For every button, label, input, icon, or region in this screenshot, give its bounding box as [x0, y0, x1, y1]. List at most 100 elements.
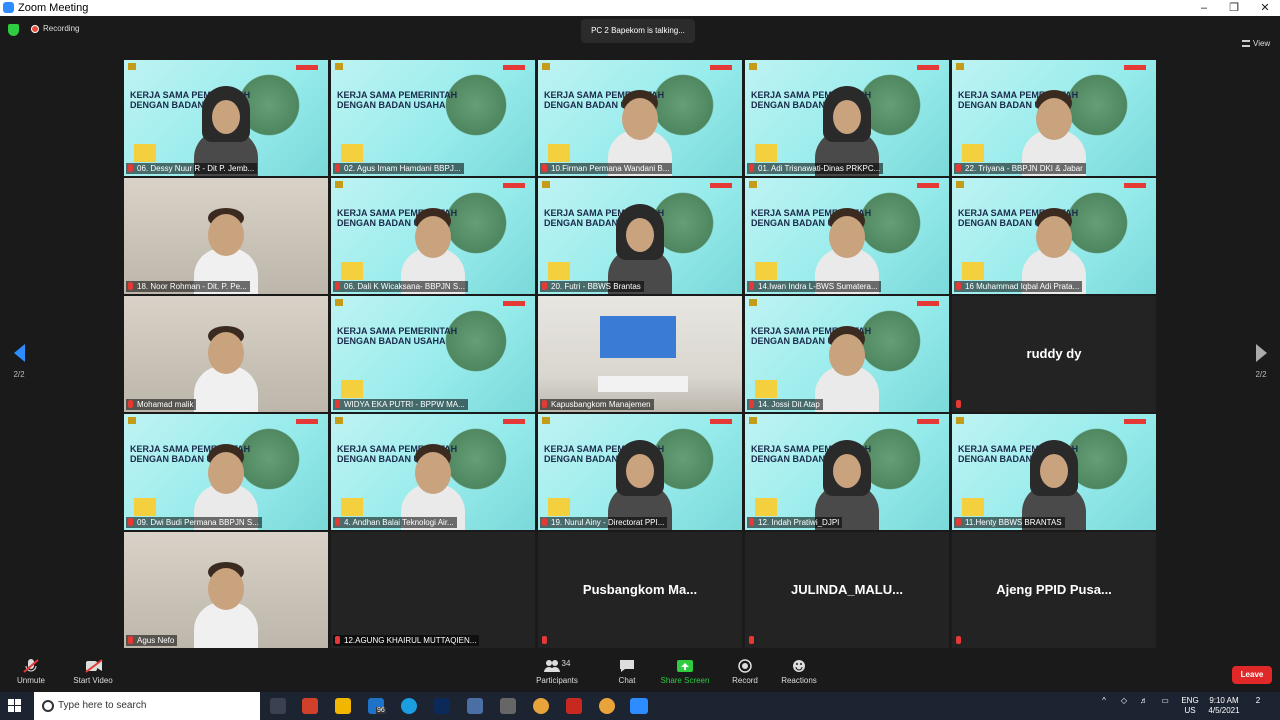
slide-label-box — [755, 144, 777, 162]
participant-name-label: 06. Dali K Wicaksana- BBPJN S... — [333, 281, 468, 292]
ministry-logo-icon — [749, 417, 757, 424]
participant-name: 10.Firman Permana Wandani B... — [551, 164, 670, 173]
participant-name-label: Mohamad malik — [126, 399, 197, 410]
participant-tile[interactable]: KERJA SAMA PEMERINTAH DENGAN BADAN USAHA 1… — [538, 414, 742, 530]
close-button[interactable]: ✕ — [1250, 0, 1280, 16]
participant-tile[interactable]: JULINDA_MALU... — [745, 532, 949, 648]
muted-mic-icon — [335, 636, 340, 644]
chat-button[interactable]: Chat — [616, 659, 638, 685]
participant-video — [815, 326, 879, 412]
muted-mic-icon — [542, 164, 547, 172]
participant-tile[interactable]: KERJA SAMA PEMERINTAH DENGAN BADAN USAHA 4… — [331, 414, 535, 530]
reactions-button[interactable]: Reactions — [780, 659, 818, 685]
banner-line-2: DENGAN BADAN USAHA — [337, 100, 446, 110]
notification-count: 2 — [1255, 696, 1261, 705]
participant-name: 06. Dessy Nuur R - Dit P. Jemb... — [137, 164, 255, 173]
volume-icon[interactable]: ♬ — [1138, 696, 1150, 706]
mail-icon[interactable]: 96 — [368, 698, 386, 714]
participant-name-label: 20. Futri - BBWS Brantas — [540, 281, 644, 292]
language-indicator[interactable]: ENG US — [1178, 696, 1202, 716]
tray-chevron-icon[interactable]: ^ — [1098, 696, 1110, 706]
file-explorer-icon[interactable] — [335, 698, 351, 714]
taskbar-search-box[interactable]: Type here to search — [34, 692, 260, 720]
participant-tile[interactable]: Pusbangkom Ma... — [538, 532, 742, 648]
participant-tile[interactable]: KERJA SAMA PEMERINTAH DENGAN BADAN USAHA 0… — [124, 414, 328, 530]
participant-tile[interactable]: 18. Noor Rohman - Dit. P. Pe... — [124, 178, 328, 294]
participant-tile[interactable]: KERJA SAMA PEMERINTAH DENGAN BADAN USAHA 1… — [538, 60, 742, 176]
pen-app-icon[interactable] — [302, 698, 318, 714]
participant-tile[interactable]: KERJA SAMA PEMERINTAH DENGAN BADAN USAHA 2… — [952, 60, 1156, 176]
slide-label-box — [548, 262, 570, 280]
windows-start-icon[interactable] — [8, 699, 22, 713]
participant-tile[interactable]: ruddy dy — [952, 296, 1156, 412]
participant-name-display: Ajeng PPID Pusa... — [996, 582, 1112, 597]
security-shield-icon[interactable] — [8, 24, 19, 36]
participant-name: 12.AGUNG KHAIRUL MUTTAQIEN... — [344, 636, 477, 645]
participant-name-label: 14.Iwan Indra L-BWS Sumatera... — [747, 281, 881, 292]
windows-taskbar: Type here to search 96 ^ ◇ ♬ ▭ ENG US 9:… — [0, 692, 1280, 720]
start-video-button[interactable]: Start Video — [70, 659, 116, 685]
participant-name-display: ruddy dy — [1026, 346, 1082, 361]
participant-tile[interactable]: Ajeng PPID Pusa... — [952, 532, 1156, 648]
clock-date: 4/5/2021 — [1208, 706, 1240, 715]
next-page-button[interactable]: 2/2 — [1251, 344, 1271, 384]
clock[interactable]: 9:10 AM 4/5/2021 — [1204, 696, 1244, 716]
participant-name-label: 01. Adi Trisnawati-Dinas PRKPC... — [747, 163, 884, 174]
participant-name: 12. Indah Pratiwi_DJPI — [758, 518, 840, 527]
participants-label: Participants — [536, 676, 578, 685]
unmute-button[interactable]: Unmute — [14, 659, 48, 685]
participant-tile[interactable]: KERJA SAMA PEMERINTAH DENGAN BADAN USAHA 1… — [952, 178, 1156, 294]
participant-tile[interactable]: Agus Nefo — [124, 532, 328, 648]
maximize-button[interactable]: ❐ — [1219, 0, 1249, 16]
participant-tile[interactable]: KERJA SAMA PEMERINTAH DENGAN BADAN USAHA 1… — [952, 414, 1156, 530]
participant-name-label: 11.Henty BBWS BRANTAS — [954, 517, 1065, 528]
share-screen-button[interactable]: Share Screen — [660, 659, 710, 685]
participant-tile[interactable]: KERJA SAMA PEMERINTAH DENGAN BADAN USAHA 0… — [331, 60, 535, 176]
acrobat-icon[interactable] — [566, 698, 582, 714]
participant-name-label: Agus Nefo — [126, 635, 178, 646]
muted-mic-icon — [128, 400, 133, 408]
notification-icon[interactable]: 2 — [1250, 696, 1266, 706]
media-app-icon[interactable] — [500, 698, 516, 714]
battery-icon[interactable]: ▭ — [1158, 696, 1172, 706]
participant-tile[interactable]: KERJA SAMA PEMERINTAH DENGAN BADAN USAHA W… — [331, 296, 535, 412]
participant-tile[interactable]: KERJA SAMA PEMERINTAH DENGAN BADAN USAHA 0… — [745, 60, 949, 176]
participant-tile[interactable]: Kapusbangkom Manajemen — [538, 296, 742, 412]
view-label: View — [1253, 39, 1271, 48]
minimize-button[interactable]: ‒ — [1189, 0, 1219, 16]
participant-tile[interactable]: 12.AGUNG KHAIRUL MUTTAQIEN... — [331, 532, 535, 648]
network-icon[interactable]: ◇ — [1118, 696, 1130, 706]
participants-count: 34 — [561, 659, 571, 668]
previous-page-button[interactable]: 2/2 — [9, 344, 29, 384]
chrome-icon[interactable] — [533, 698, 549, 714]
participant-tile[interactable]: KERJA SAMA PEMERINTAH DENGAN BADAN USAHA 0… — [331, 178, 535, 294]
participant-name: 4. Andhan Balai Teknologi Air... — [344, 518, 454, 527]
participant-tile[interactable]: KERJA SAMA PEMERINTAH DENGAN BADAN USAHA 1… — [745, 178, 949, 294]
window-titlebar: Zoom Meeting ‒ ❐ ✕ — [0, 0, 1280, 16]
muted-mic-icon — [128, 636, 133, 644]
participant-name: 02. Agus Imam Hamdani BBPJ... — [344, 164, 461, 173]
slide-label-box — [962, 144, 984, 162]
muted-mic-icon — [335, 282, 340, 290]
record-icon — [737, 659, 753, 673]
chevron-left-icon — [13, 344, 25, 362]
participants-button[interactable]: 34 Participants — [534, 659, 580, 685]
photoshop-icon[interactable] — [434, 698, 450, 714]
participant-tile[interactable]: KERJA SAMA PEMERINTAH DENGAN BADAN USAHA 0… — [124, 60, 328, 176]
task-view-icon[interactable] — [270, 698, 286, 714]
participant-tile[interactable]: KERJA SAMA PEMERINTAH DENGAN BADAN USAHA 1… — [745, 296, 949, 412]
record-button[interactable]: Record — [730, 659, 760, 685]
word-app-icon[interactable] — [467, 698, 483, 714]
participant-tile[interactable]: KERJA SAMA PEMERINTAH DENGAN BADAN USAHA 1… — [745, 414, 949, 530]
participant-tile[interactable]: Mohamad malik — [124, 296, 328, 412]
participant-tile[interactable]: KERJA SAMA PEMERINTAH DENGAN BADAN USAHA 2… — [538, 178, 742, 294]
view-button[interactable]: View — [1242, 39, 1270, 48]
leave-button[interactable]: Leave — [1232, 666, 1272, 684]
clock-time: 9:10 AM — [1209, 696, 1239, 705]
zoom-taskbar-icon[interactable] — [630, 698, 648, 714]
edge-browser-icon[interactable] — [401, 698, 417, 714]
slide-label-box — [962, 262, 984, 280]
slide-label-box — [755, 262, 777, 280]
participant-name-label: 19. Nurul Ainy - Directorat PPI... — [540, 517, 668, 528]
chrome-profile-icon[interactable] — [599, 698, 615, 714]
